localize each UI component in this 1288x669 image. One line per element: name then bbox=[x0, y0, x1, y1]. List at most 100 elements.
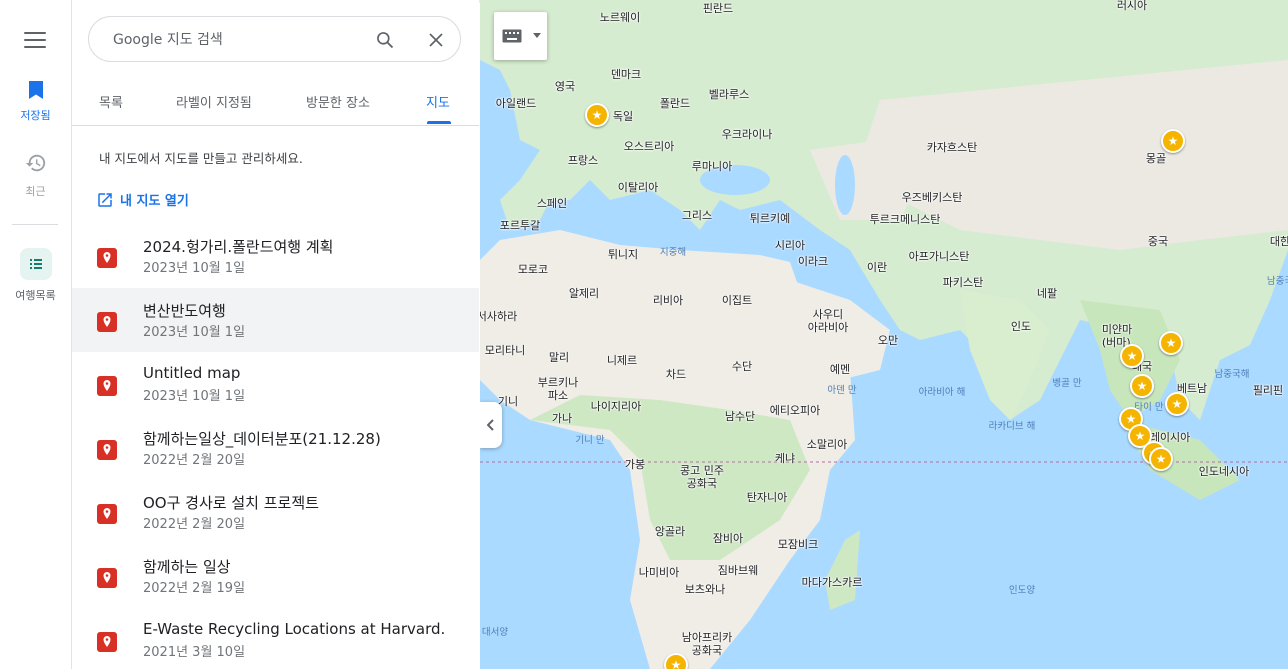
map-label: 모잠비크 bbox=[777, 538, 819, 551]
saved-place-marker[interactable]: ★ bbox=[1130, 374, 1154, 398]
rail-trips[interactable]: 여행목록 bbox=[0, 248, 71, 303]
list-item[interactable]: 함께하는 일상 2022년 2월 19일 bbox=[72, 544, 479, 608]
map-canvas[interactable]: 핀란드 노르웨이 덴마크 영국 아일랜드 독일 폴란드 벨라루스 우크라이나 프… bbox=[480, 0, 1288, 669]
map-title: 함께하는 일상 bbox=[143, 558, 231, 576]
sea-label: 아라비아 해 bbox=[918, 387, 966, 398]
saved-place-marker[interactable]: ★ bbox=[1149, 447, 1173, 471]
map-pin-icon bbox=[97, 248, 117, 268]
map-label: 남아프리카 공화국 bbox=[681, 631, 733, 657]
nav-rail: 저장됨 최근 여행목록 bbox=[0, 0, 72, 669]
map-title: 2024.헝가리.폴란드여행 계획 bbox=[143, 238, 334, 256]
tab-maps[interactable]: 지도 bbox=[426, 92, 450, 111]
my-maps-list: 2024.헝가리.폴란드여행 계획 2023년 10월 1일 변산반도여행 20… bbox=[72, 224, 479, 669]
map-label: 아일랜드 bbox=[495, 97, 537, 110]
map-label: 앙골라 bbox=[654, 525, 686, 538]
open-my-maps-label: 내 지도 열기 bbox=[120, 194, 189, 209]
sea-label: 대서양 bbox=[481, 627, 509, 638]
map-label: 필리핀 bbox=[1252, 384, 1284, 397]
map-date: 2022년 2월 19일 bbox=[143, 581, 246, 596]
map-label: 이집트 bbox=[721, 294, 753, 307]
tab-active-indicator bbox=[427, 121, 451, 124]
map-label: 그리스 bbox=[681, 209, 713, 222]
saved-place-marker[interactable]: ★ bbox=[1159, 331, 1183, 355]
keyboard-button[interactable] bbox=[494, 12, 547, 60]
map-title: E-Waste Recycling Locations at Harvard. bbox=[143, 620, 446, 638]
rail-saved[interactable]: 저장됨 bbox=[0, 80, 71, 123]
rail-divider bbox=[12, 224, 58, 225]
map-date: 2022년 2월 20일 bbox=[143, 517, 246, 532]
list-item[interactable]: 2024.헝가리.폴란드여행 계획 2023년 10월 1일 bbox=[72, 224, 479, 288]
map-label: 덴마크 bbox=[610, 68, 642, 81]
map-label: 인도네시아 bbox=[1198, 465, 1250, 478]
map-label: 이라크 bbox=[797, 255, 829, 268]
map-label: 콩고 민주 공화국 bbox=[680, 464, 724, 490]
map-label: 독일 bbox=[612, 110, 634, 123]
list-item[interactable]: OO구 경사로 설치 프로젝트 2022년 2월 20일 bbox=[72, 480, 479, 544]
rail-saved-label: 저장됨 bbox=[20, 109, 51, 122]
map-label: 탄자니아 bbox=[746, 491, 788, 504]
menu-icon[interactable] bbox=[24, 32, 46, 48]
close-icon[interactable] bbox=[427, 31, 445, 49]
tab-list[interactable]: 목록 bbox=[99, 92, 123, 111]
map-label: 벨라루스 bbox=[708, 88, 750, 101]
map-date: 2022년 2월 20일 bbox=[143, 453, 246, 468]
tab-visited[interactable]: 방문한 장소 bbox=[306, 92, 370, 111]
map-label: 파키스탄 bbox=[942, 276, 984, 289]
saved-place-marker[interactable]: ★ bbox=[1161, 129, 1185, 153]
saved-place-marker[interactable]: ★ bbox=[585, 103, 609, 127]
map-label: 서사하라 bbox=[480, 310, 518, 323]
map-label: 스페인 bbox=[536, 197, 568, 210]
map-label: 이탈리아 bbox=[617, 181, 659, 194]
list-item[interactable]: 함께하는일상_데이터분포(21.12.28) 2022년 2월 20일 bbox=[72, 416, 479, 480]
map-label: 영국 bbox=[554, 80, 576, 93]
map-label: 네팔 bbox=[1036, 287, 1058, 300]
sea-label: 벵골 만 bbox=[1052, 378, 1082, 389]
list-item[interactable]: Untitled map 2023년 10월 1일 bbox=[72, 352, 479, 416]
map-label: 우크라이나 bbox=[721, 128, 773, 141]
map-label: 이란 bbox=[866, 261, 888, 274]
map-label: 나미비아 bbox=[638, 566, 680, 579]
map-pin-icon bbox=[97, 312, 117, 332]
search-input[interactable] bbox=[111, 27, 365, 53]
map-label: 모리타니 bbox=[484, 344, 526, 357]
map-date: 2021년 3월 10일 bbox=[143, 645, 246, 660]
map-label: 마다가스카르 bbox=[801, 576, 863, 589]
map-label: 나이지리아 bbox=[590, 400, 642, 413]
map-label: 튀르키예 bbox=[749, 212, 791, 225]
map-pin-icon bbox=[97, 440, 117, 460]
map-label: 몽골 bbox=[1145, 152, 1167, 165]
list-icon bbox=[19, 248, 52, 280]
map-label: 오스트리아 bbox=[623, 140, 675, 153]
map-pin-icon bbox=[97, 376, 117, 396]
map-label: 리비아 bbox=[652, 294, 684, 307]
map-label: 짐바브웨 bbox=[717, 564, 759, 577]
tab-labeled[interactable]: 라벨이 지정됨 bbox=[176, 92, 252, 111]
map-label: 가봉 bbox=[624, 458, 646, 471]
map-date: 2023년 10월 1일 bbox=[143, 389, 246, 404]
open-my-maps-link[interactable]: 내 지도 열기 bbox=[96, 190, 189, 209]
rail-trips-label: 여행목록 bbox=[15, 289, 56, 302]
saved-place-marker[interactable]: ★ bbox=[1120, 344, 1144, 368]
chevron-left-icon bbox=[487, 419, 494, 431]
map-label: 수단 bbox=[731, 360, 753, 373]
map-label: 차드 bbox=[665, 368, 687, 381]
map-label: 기니 bbox=[497, 395, 519, 408]
rail-recent-label: 최근 bbox=[25, 185, 46, 198]
map-label: 알제리 bbox=[568, 287, 600, 300]
list-item[interactable]: 변산반도여행 2023년 10월 1일 bbox=[72, 288, 479, 352]
map-date: 2023년 10월 1일 bbox=[143, 325, 246, 340]
search-icon[interactable] bbox=[375, 30, 395, 50]
map-label: 모로코 bbox=[517, 263, 549, 276]
map-label: 케냐 bbox=[774, 452, 796, 465]
map-label: 핀란드 bbox=[702, 2, 734, 15]
map-label: 예멘 bbox=[829, 363, 851, 376]
saved-panel: 목록 라벨이 지정됨 방문한 장소 지도 내 지도에서 지도를 만들고 관리하세… bbox=[72, 0, 479, 669]
sea-label: 아덴 만 bbox=[827, 385, 857, 396]
map-label: 폴란드 bbox=[659, 97, 691, 110]
map-label: 노르웨이 bbox=[599, 11, 641, 24]
map-label: 루마니아 bbox=[691, 160, 733, 173]
rail-recent[interactable]: 최근 bbox=[0, 152, 71, 199]
saved-place-marker[interactable]: ★ bbox=[1165, 392, 1189, 416]
open-external-icon bbox=[98, 193, 112, 207]
list-item[interactable]: E-Waste Recycling Locations at Harvard. … bbox=[72, 608, 479, 669]
